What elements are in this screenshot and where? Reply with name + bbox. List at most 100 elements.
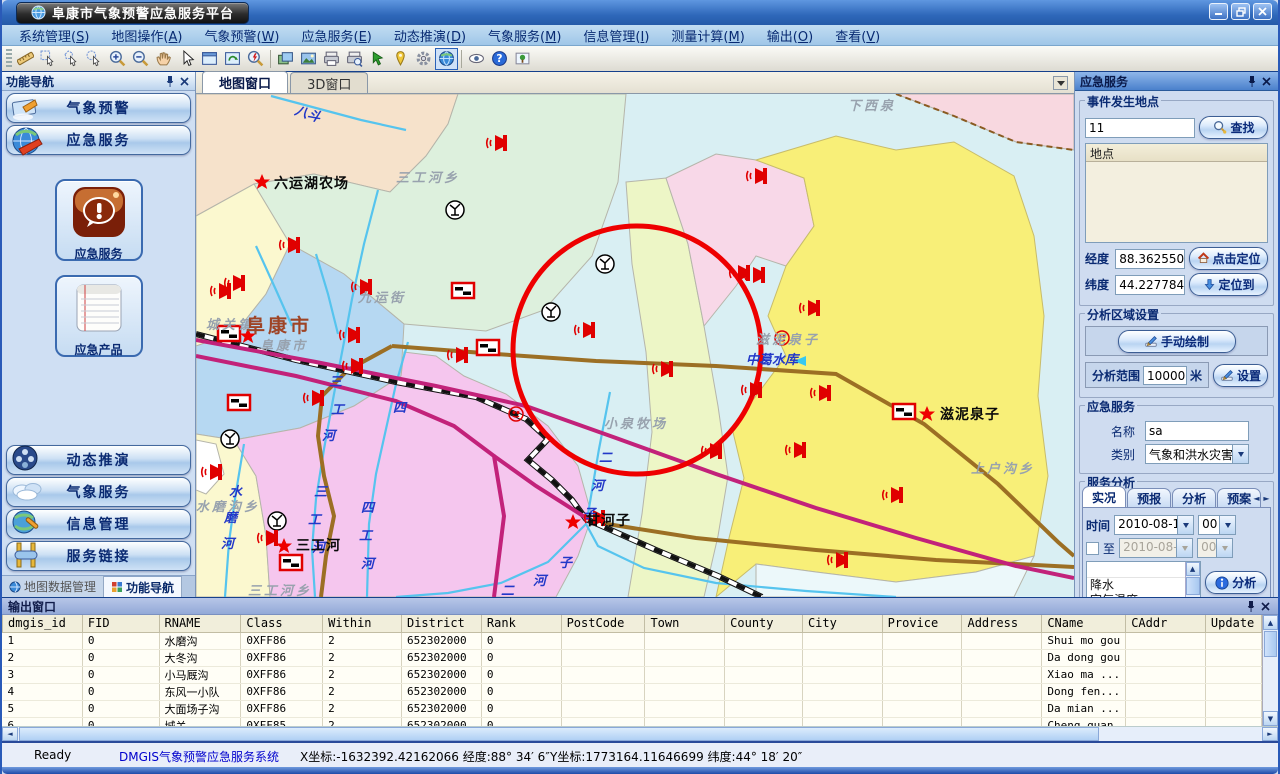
analysis-tab-预报[interactable]: 预报 bbox=[1127, 488, 1171, 507]
set-range-button[interactable]: 设置 bbox=[1213, 364, 1268, 387]
output-horizontal-scrollbar[interactable]: ◄ ► bbox=[2, 726, 1278, 741]
toolbar-select-rect-icon[interactable] bbox=[37, 48, 60, 70]
element-list-item[interactable]: 降水 bbox=[1087, 578, 1199, 593]
table-row[interactable]: 20大冬沟0XFF8626523020000Da dong gou bbox=[3, 649, 1262, 666]
nav-close-icon[interactable] bbox=[177, 74, 191, 88]
column-header-Rank[interactable]: Rank bbox=[481, 615, 561, 632]
to-checkbox[interactable] bbox=[1086, 542, 1099, 555]
nav-tab-地图数据管理[interactable]: 地图数据管理 bbox=[2, 576, 104, 597]
click-locate-button[interactable]: 点击定位 bbox=[1189, 247, 1268, 270]
menu-输出[interactable]: 输出(O) bbox=[756, 26, 824, 45]
column-header-dmgis_id[interactable]: dmgis_id bbox=[3, 615, 83, 632]
output-vertical-scrollbar[interactable]: ▲ ▼ bbox=[1262, 615, 1278, 726]
output-table[interactable]: dmgis_idFIDRNAMEClassWithinDistrictRankP… bbox=[2, 615, 1262, 726]
output-close-icon[interactable] bbox=[1258, 599, 1272, 613]
panel-pin-icon[interactable] bbox=[1245, 74, 1259, 88]
toolbar-pointer-icon[interactable] bbox=[175, 48, 198, 70]
service-name-input[interactable]: sa bbox=[1145, 421, 1249, 441]
menu-气象服务[interactable]: 气象服务(M) bbox=[477, 26, 572, 45]
longitude-input[interactable]: 88.36255063 bbox=[1115, 249, 1185, 269]
shortcut-应急产品[interactable]: 应急产品 bbox=[55, 275, 143, 357]
column-header-Update[interactable]: Update bbox=[1205, 615, 1261, 632]
toolbar-zoom-out-icon[interactable] bbox=[129, 48, 152, 70]
scroll-left-icon[interactable]: ◄ bbox=[2, 727, 18, 741]
toolbar-settings-icon[interactable] bbox=[412, 48, 435, 70]
column-header-Provice[interactable]: Provice bbox=[882, 615, 962, 632]
column-header-CName[interactable]: CName bbox=[1042, 615, 1126, 632]
map-tab-overflow-button[interactable] bbox=[1053, 76, 1068, 90]
toolbar-snapshot-icon[interactable] bbox=[511, 48, 534, 70]
map-canvas[interactable]: 下西泉三工河乡九运街城关镇阜康市滋泥泉子小泉牧场上户沟乡水磨沟乡三工河乡八斗中葛… bbox=[196, 94, 1074, 597]
menu-系统管理[interactable]: 系统管理(S) bbox=[8, 26, 100, 45]
toolbar-refresh-icon[interactable] bbox=[221, 48, 244, 70]
toolbar-print-preview-icon[interactable] bbox=[343, 48, 366, 70]
tabs-scroll-right-icon[interactable]: ► bbox=[1262, 493, 1271, 504]
toolbar-select-point-icon[interactable] bbox=[83, 48, 106, 70]
nav-group-服务链接[interactable]: 服务链接 bbox=[6, 541, 191, 571]
toolbar-zoom-scale-icon[interactable] bbox=[244, 48, 267, 70]
nav-pin-icon[interactable] bbox=[163, 74, 177, 88]
date2-select[interactable]: 2010-08-13 bbox=[1119, 538, 1193, 558]
element-list[interactable]: 降水空气温度 ▲ bbox=[1086, 561, 1200, 597]
menu-查看[interactable]: 查看(V) bbox=[824, 26, 891, 45]
menu-应急服务[interactable]: 应急服务(E) bbox=[291, 26, 383, 45]
table-row[interactable]: 30小马厩沟0XFF8626523020000Xiao ma ... bbox=[3, 666, 1262, 683]
analyze-button[interactable]: 分析 bbox=[1205, 571, 1267, 594]
table-row[interactable]: 60城关0XFF8526523020000Cheng guan bbox=[3, 717, 1262, 726]
latitude-input[interactable]: 44.22778446 bbox=[1115, 275, 1185, 295]
nav-group-信息管理[interactable]: 信息管理 bbox=[6, 509, 191, 539]
column-header-CAddr[interactable]: CAddr bbox=[1126, 615, 1206, 632]
column-header-County[interactable]: County bbox=[725, 615, 803, 632]
table-row[interactable]: 10水磨沟0XFF8626523020000Shui mo gou bbox=[3, 632, 1262, 649]
scroll-up-icon[interactable]: ▲ bbox=[1186, 562, 1200, 576]
date-select[interactable]: 2010-08-13 bbox=[1114, 515, 1194, 535]
scrollbar-thumb[interactable] bbox=[19, 727, 1099, 741]
table-row[interactable]: 40东风一小队0XFF8626523020000Dong fen... bbox=[3, 683, 1262, 700]
location-list[interactable]: 地点 bbox=[1085, 143, 1268, 243]
scroll-right-icon[interactable]: ► bbox=[1262, 727, 1278, 741]
toolbar-help-icon[interactable]: ? bbox=[488, 48, 511, 70]
column-header-Town[interactable]: Town bbox=[645, 615, 725, 632]
column-header-Address[interactable]: Address bbox=[962, 615, 1042, 632]
toolbar-identify-icon[interactable] bbox=[366, 48, 389, 70]
column-header-Class[interactable]: Class bbox=[241, 615, 323, 632]
shortcut-应急服务[interactable]: 应急服务 bbox=[55, 179, 143, 261]
element-list-scrollbar[interactable]: ▲ bbox=[1185, 562, 1200, 597]
panel-close-icon[interactable] bbox=[1259, 74, 1273, 88]
hour2-select[interactable]: 00 bbox=[1197, 538, 1233, 558]
toolbar-visibility-icon[interactable] bbox=[465, 48, 488, 70]
dropdown-arrow-icon[interactable] bbox=[1232, 445, 1248, 463]
close-button[interactable] bbox=[1253, 3, 1272, 20]
toolbar-select-poly-icon[interactable] bbox=[60, 48, 83, 70]
column-header-Within[interactable]: Within bbox=[323, 615, 402, 632]
hour-select[interactable]: 00 bbox=[1198, 515, 1236, 535]
toolbar-pan-icon[interactable] bbox=[152, 48, 175, 70]
element-list-item[interactable]: 空气温度 bbox=[1087, 593, 1199, 597]
nav-tab-功能导航[interactable]: 功能导航 bbox=[104, 576, 182, 597]
map-tab-地图窗口[interactable]: 地图窗口 bbox=[202, 71, 288, 93]
menu-地图操作[interactable]: 地图操作(A) bbox=[100, 26, 193, 45]
nav-group-气象预警[interactable]: 气象预警 bbox=[6, 93, 191, 123]
menu-气象预警[interactable]: 气象预警(W) bbox=[193, 26, 290, 45]
nav-group-气象服务[interactable]: 气象服务 bbox=[6, 477, 191, 507]
nav-group-动态推演[interactable]: 动态推演 bbox=[6, 445, 191, 475]
column-header-District[interactable]: District bbox=[401, 615, 481, 632]
menu-测量计算[interactable]: 测量计算(M) bbox=[660, 26, 755, 45]
manual-draw-button[interactable]: 手动绘制 bbox=[1118, 330, 1236, 353]
goto-location-button[interactable]: 定位到 bbox=[1189, 273, 1268, 296]
analysis-tab-分析[interactable]: 分析 bbox=[1172, 488, 1216, 507]
output-pin-icon[interactable] bbox=[1244, 599, 1258, 613]
map-tab-3D窗口[interactable]: 3D窗口 bbox=[290, 72, 368, 93]
search-button[interactable]: 查找 bbox=[1199, 116, 1268, 139]
toolbar-full-extent-icon[interactable] bbox=[198, 48, 221, 70]
column-header-FID[interactable]: FID bbox=[82, 615, 159, 632]
nav-group-应急服务[interactable]: 应急服务 bbox=[6, 125, 191, 155]
menu-信息管理[interactable]: 信息管理(I) bbox=[572, 26, 660, 45]
toolbar-zoom-in-icon[interactable] bbox=[106, 48, 129, 70]
column-header-PostCode[interactable]: PostCode bbox=[561, 615, 645, 632]
toolbar-layers-icon[interactable] bbox=[274, 48, 297, 70]
location-search-input[interactable]: 11 bbox=[1085, 118, 1195, 138]
column-header-City[interactable]: City bbox=[802, 615, 882, 632]
column-header-RNAME[interactable]: RNAME bbox=[159, 615, 241, 632]
toolbar-export-map-icon[interactable] bbox=[297, 48, 320, 70]
